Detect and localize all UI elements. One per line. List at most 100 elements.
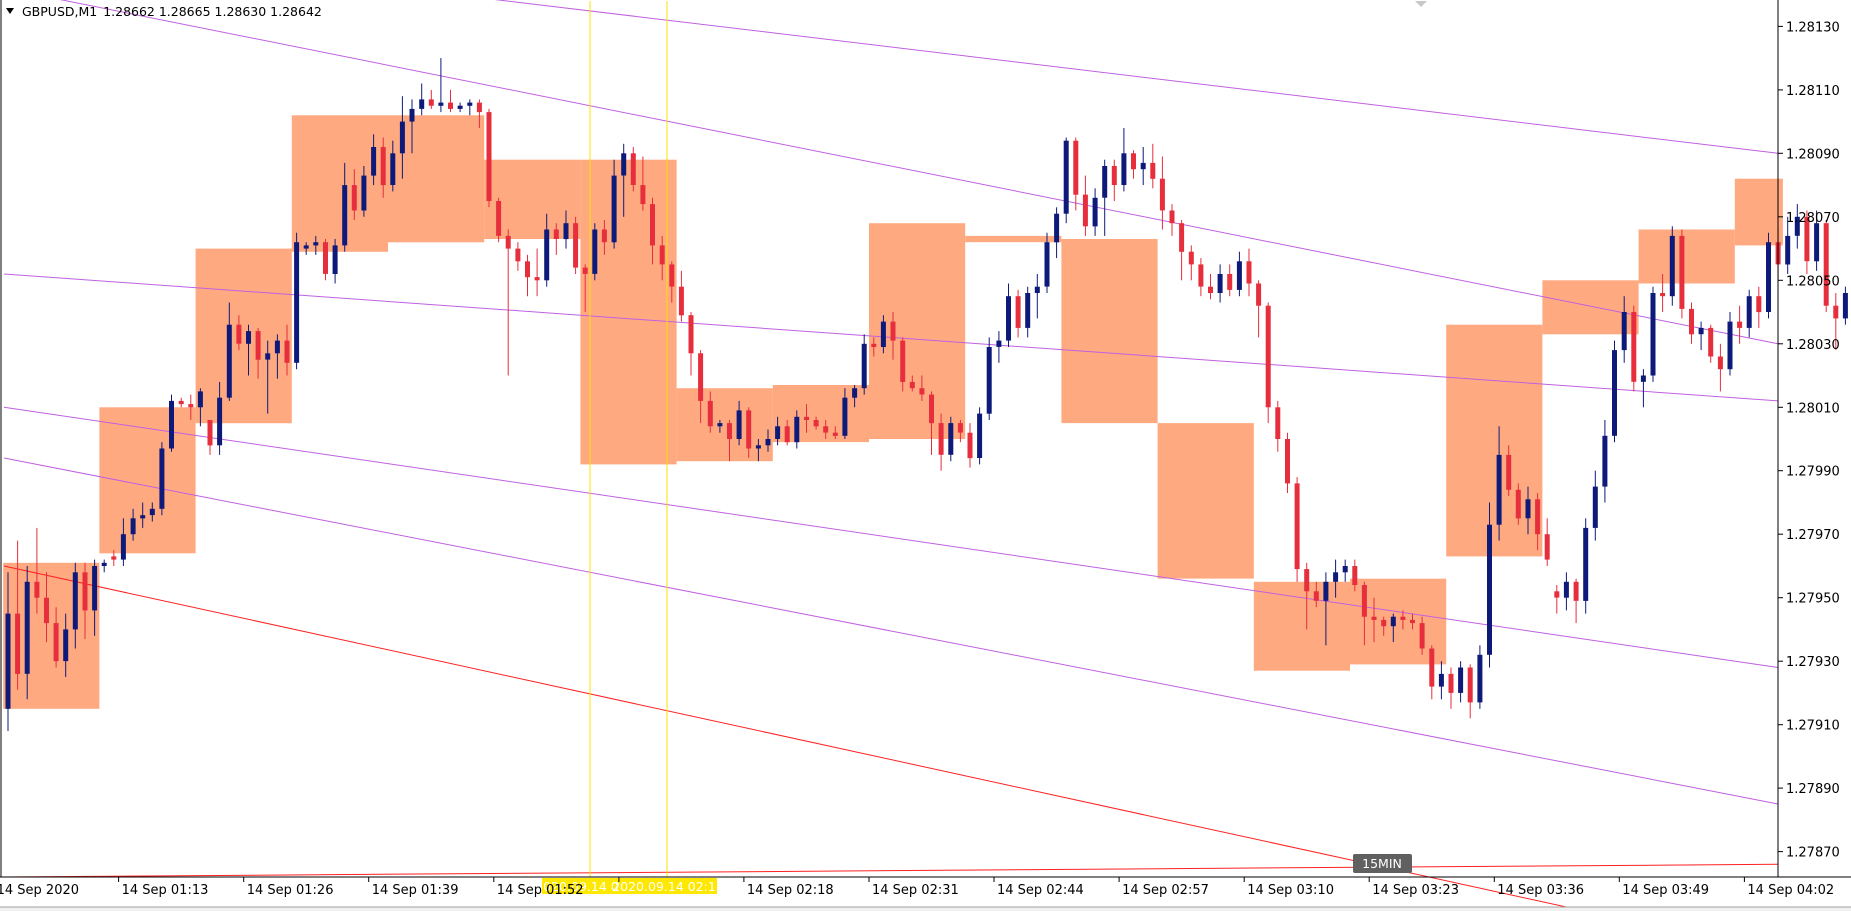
candle-body [428,99,434,106]
candle-body [804,416,809,420]
candle-body [553,229,559,239]
candle-body [659,245,665,265]
candle-body [871,343,877,347]
candle-body [313,242,319,246]
timeframe-badge[interactable]: 15MIN [1353,854,1412,873]
badge-label: 15MIN [1362,856,1402,871]
candle-body [1285,439,1290,484]
candle-body [707,400,713,427]
candle-body [1131,153,1136,170]
candle-body [1612,350,1617,436]
candle-body [1150,162,1156,179]
candle-body [1140,162,1146,170]
candle-body [534,277,540,281]
candle-body [1737,321,1743,328]
candle-body [1265,305,1271,408]
time-tick-label: 14 Sep 01:13 [122,883,209,898]
range-box [1157,423,1254,579]
candle-body [900,340,906,382]
candle-body [361,175,367,211]
candle-body [207,420,213,446]
candle-body [957,423,963,433]
candle-body [890,321,896,341]
candle-body [457,105,463,109]
time-tick-label: 14 Sep 01:26 [247,883,334,898]
candle-body [717,423,723,427]
chart-background [0,0,1851,911]
candle-body [1044,242,1050,287]
candle-body [1390,616,1396,627]
candle-body [823,426,829,433]
candle-body [1371,616,1377,620]
candle-body [197,391,203,408]
candle-body [1602,435,1608,487]
candle-body [1227,274,1233,290]
candle-body [919,388,925,395]
candle-body [1525,499,1531,519]
candle-body [226,324,232,398]
candle-body [765,439,771,446]
candle-body [1419,623,1425,649]
candle-body [592,229,598,274]
candle-body [1727,321,1733,370]
candle-body [342,185,348,246]
time-tick-label: 14 Sep 04:02 [1747,883,1834,898]
candle-body [1333,572,1339,582]
candle-body [630,153,636,185]
candle-body [1006,296,1011,341]
candle-body [755,445,761,449]
candle-body [678,286,684,316]
candle-body [1438,673,1444,687]
candle-body [938,423,944,455]
candle-body [698,353,704,401]
candle-body [1092,197,1098,227]
symbol-label: GBPUSD,M1 [22,4,97,19]
candle-body [1323,581,1329,601]
candle-body [274,340,280,354]
candle-body [929,394,934,424]
candle-body [236,324,242,344]
candle-body [746,410,752,449]
price-tick-label: 1.28130 [1786,20,1840,35]
candle-body [246,331,251,344]
candle-body [1621,312,1627,351]
candle-body [1631,312,1637,382]
candle-body [1381,619,1387,627]
candle-body [1246,261,1252,284]
candle-body [515,248,521,262]
candle-body [1679,235,1685,309]
candle-body [909,381,915,389]
range-box [1061,239,1158,424]
candle-body [1025,293,1031,328]
candle-body [727,423,732,439]
candle-body [880,321,886,347]
candle-body [794,416,800,443]
candle-body [1448,673,1454,693]
candle-body [1487,524,1492,655]
candle-body [1102,166,1108,198]
candle-body [1833,305,1839,319]
candle-body [323,242,328,274]
candle-body [1823,223,1829,306]
candle-body [1217,274,1223,293]
candle-body [380,147,386,186]
candle-body [1429,648,1435,687]
candle-body [1746,296,1752,328]
candle-body [611,175,617,243]
candle-body [948,423,954,455]
candle-body [82,572,88,611]
price-tick-label: 1.27990 [1786,465,1840,480]
candle-body [140,515,146,519]
candle-body [44,597,49,624]
time-tick-label: 14 Sep 03:23 [1372,883,1459,898]
time-tick-label: 14 Sep 02:31 [872,883,959,898]
candle-body [1698,327,1704,335]
candle-body [448,102,453,109]
candle-body [582,267,588,274]
candle-body [1198,264,1204,287]
price-chart[interactable]: 2020.09.14 02:022020.09.14 02:13 1.28130… [0,0,1851,911]
candle-body [1121,153,1127,185]
candle-body [390,153,396,185]
price-tick-label: 1.27870 [1786,846,1840,861]
candle-body [621,153,627,176]
